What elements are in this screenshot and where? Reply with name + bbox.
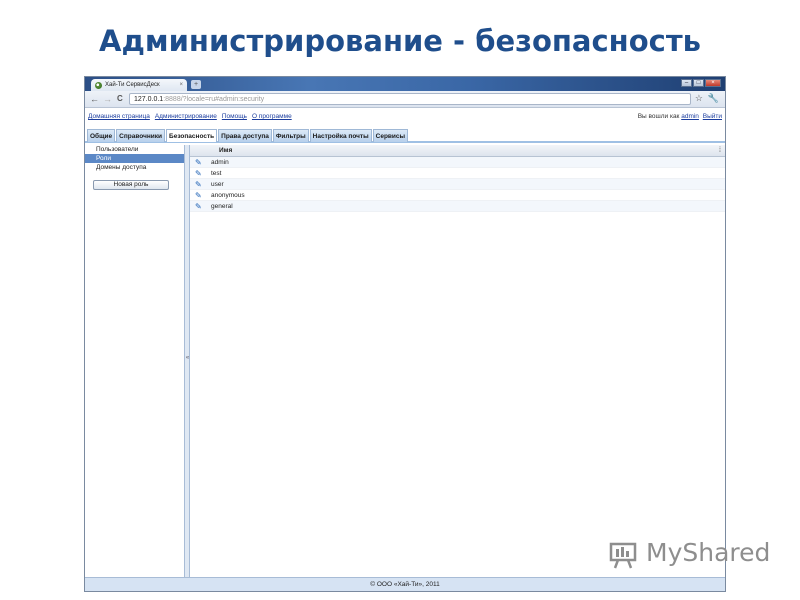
edit-icon[interactable]: ✎: [195, 179, 202, 190]
tab-dictionaries[interactable]: Справочники: [116, 129, 166, 142]
role-name: admin: [211, 159, 229, 166]
edit-icon[interactable]: ✎: [195, 157, 202, 168]
browser-toolbar: ← → C 127.0.0.1:8888/?locale=ru#admin:se…: [85, 91, 725, 108]
tab-services[interactable]: Сервисы: [372, 129, 409, 142]
slide-title: Администрирование - безопасность: [99, 24, 701, 58]
watermark-text: MyShared: [646, 538, 771, 567]
link-help[interactable]: Помощь: [222, 108, 247, 126]
tab-access-rights[interactable]: Права доступа: [218, 129, 272, 142]
edit-icon[interactable]: ✎: [195, 201, 202, 212]
table-row[interactable]: ✎ general: [190, 201, 725, 212]
table-row[interactable]: ✎ user: [190, 179, 725, 190]
forward-icon[interactable]: →: [103, 94, 112, 104]
window-controls: – □ ×: [681, 79, 721, 87]
app-menubar: Домашняя страница Администрирование Помо…: [85, 108, 725, 126]
role-name: user: [211, 181, 224, 188]
user-info: Вы вошли как admin Выйти: [638, 108, 722, 126]
new-tab-button[interactable]: +: [191, 80, 201, 89]
role-name: test: [211, 170, 222, 177]
sidebar-item-users[interactable]: Пользователи: [85, 145, 184, 154]
link-home[interactable]: Домашняя страница: [88, 108, 150, 126]
url-path: :8888/?locale=ru#admin:security: [163, 96, 265, 103]
link-about[interactable]: О программе: [252, 108, 292, 126]
tab-close-icon[interactable]: ×: [179, 79, 183, 91]
url-host: 127.0.0.1: [134, 96, 164, 103]
bookmark-star-icon[interactable]: ☆: [695, 93, 703, 104]
address-bar[interactable]: 127.0.0.1:8888/?locale=ru#admin:security: [129, 93, 691, 105]
edit-icon[interactable]: ✎: [195, 168, 202, 179]
logout-link[interactable]: Выйти: [703, 113, 722, 120]
column-menu-icon[interactable]: ⁞: [716, 146, 724, 156]
table-row[interactable]: ✎ admin: [190, 157, 725, 168]
table-row[interactable]: ✎ test: [190, 168, 725, 179]
app-footer: © ООО «Хай-Ти», 2011: [85, 577, 725, 591]
grid-body: ✎ admin ✎ test ✎ user ✎ anonymous ✎ gene…: [190, 157, 725, 212]
column-header-name[interactable]: Имя: [219, 145, 232, 157]
grid-header: Имя ⁞: [190, 145, 725, 157]
edit-icon[interactable]: ✎: [195, 190, 202, 201]
link-administration[interactable]: Администрирование: [155, 108, 217, 126]
maximize-button[interactable]: □: [693, 79, 704, 87]
browser-tab[interactable]: Хай-Ти СервисДеск ×: [91, 79, 187, 91]
close-window-button[interactable]: ×: [705, 79, 721, 87]
new-role-button[interactable]: Новая роль: [93, 180, 169, 190]
wrench-icon[interactable]: 🔧: [708, 93, 719, 104]
app-tabs: Общие Справочники Безопасность Права дос…: [85, 128, 725, 143]
role-name: anonymous: [211, 192, 245, 199]
back-icon[interactable]: ←: [90, 94, 99, 104]
user-link[interactable]: admin: [681, 113, 699, 120]
presentation-board-icon: [609, 542, 637, 569]
tab-security[interactable]: Безопасность: [166, 129, 218, 142]
sidebar-item-roles[interactable]: Роли: [85, 154, 184, 163]
tab-general[interactable]: Общие: [87, 129, 116, 142]
security-sidebar: Пользователи Роли Домены доступа Новая р…: [85, 145, 185, 577]
browser-tab-title: Хай-Ти СервисДеск: [105, 82, 160, 88]
sidebar-item-access-domains[interactable]: Домены доступа: [85, 163, 184, 172]
roles-grid: Имя ⁞ ✎ admin ✎ test ✎ user ✎ anonymous …: [190, 145, 725, 577]
tab-mail-settings[interactable]: Настройка почты: [309, 129, 372, 142]
role-name: general: [211, 203, 233, 210]
watermark-logo: MyShared: [608, 536, 771, 572]
minimize-button[interactable]: –: [681, 79, 692, 87]
table-row[interactable]: ✎ anonymous: [190, 190, 725, 201]
tab-filters[interactable]: Фильтры: [272, 129, 309, 142]
favicon-icon: [95, 82, 102, 89]
browser-titlebar: Хай-Ти СервисДеск × + – □ ×: [85, 77, 725, 91]
browser-window: Хай-Ти СервисДеск × + – □ × ← → C 127.0.…: [84, 76, 726, 592]
logged-in-label: Вы вошли как: [637, 113, 680, 120]
reload-icon[interactable]: C: [117, 94, 123, 104]
